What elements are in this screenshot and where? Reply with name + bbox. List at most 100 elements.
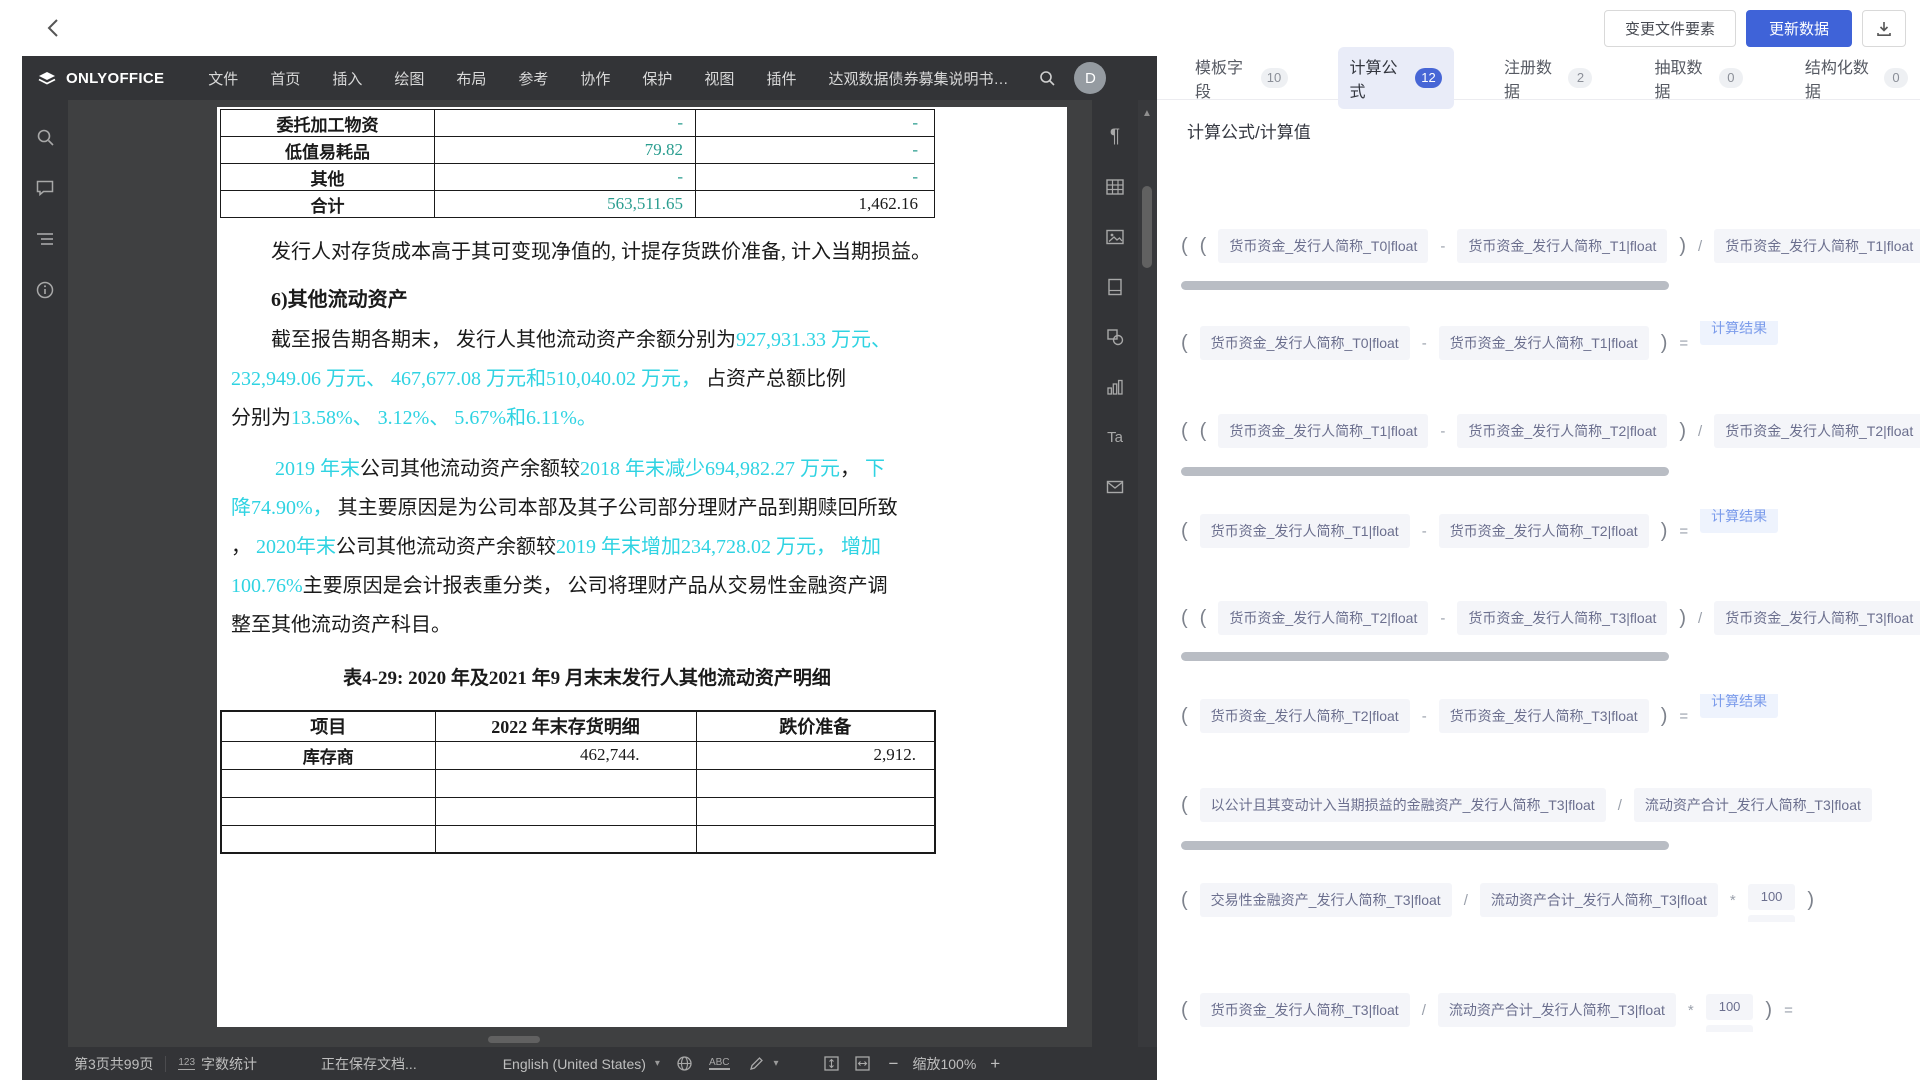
value-chip[interactable]: 100: [1706, 1025, 1754, 1033]
horizontal-scrollbar[interactable]: [488, 1036, 540, 1043]
table-cell: -: [696, 137, 935, 164]
tab-label: 注册数据: [1504, 54, 1560, 102]
text-segment: 整至其他流动资产科目。: [231, 614, 451, 636]
field-chip[interactable]: 货币资金_发行人简称_T0|float: [1218, 229, 1428, 263]
field-chip[interactable]: 以公计且其变动计入当期损益的金融资产_发行人简称_T3|float: [1200, 788, 1606, 822]
field-chip[interactable]: 流动资产合计_发行人简称_T3|float: [1480, 883, 1718, 917]
shape-settings-icon[interactable]: [1104, 326, 1126, 348]
comments-icon[interactable]: [34, 177, 56, 199]
operator-token: /: [1464, 892, 1468, 909]
document-language-button[interactable]: [676, 1055, 693, 1072]
field-chip[interactable]: 流动资产合计_发行人简称_T3|float: [1634, 788, 1872, 822]
scroll-up-icon[interactable]: ▲: [1142, 108, 1152, 119]
table-cell: 2,912.: [696, 741, 935, 769]
language-selector[interactable]: English (United States)▾: [503, 1056, 660, 1072]
field-chip[interactable]: 货币资金_发行人简称_T1|float: [1218, 414, 1428, 448]
field-chip[interactable]: 货币资金_发行人简称_T2|float: [1457, 414, 1667, 448]
menu-item[interactable]: 插入: [316, 56, 378, 100]
field-chip[interactable]: 货币资金_发行人简称_T1|float: [1200, 514, 1410, 548]
formula-horizontal-scrollbar[interactable]: [1181, 652, 1669, 661]
highlighted-text: 2019 年末增加234,728.02 万元: [556, 536, 816, 558]
formula-row: (货币资金_发行人简称_T2|float-货币资金_发行人简称_T3|float…: [1181, 694, 1920, 738]
field-chip[interactable]: 货币资金_发行人简称_T2|float: [1714, 414, 1920, 448]
zoom-out-button[interactable]: −: [889, 1054, 899, 1074]
textart-settings-icon[interactable]: Ta: [1104, 426, 1126, 448]
menu-item[interactable]: 参考: [502, 56, 564, 100]
back-button[interactable]: [40, 14, 68, 42]
top-actions: 变更文件要素 更新数据: [1604, 10, 1906, 47]
zoom-level-indicator[interactable]: 缩放100%: [912, 1054, 976, 1074]
header-footer-settings-icon[interactable]: [1104, 276, 1126, 298]
paren-token: (: [1200, 607, 1207, 630]
result-chip[interactable]: 计算结果: [1700, 694, 1778, 718]
paren-token: ): [1661, 520, 1668, 543]
user-avatar[interactable]: D: [1074, 62, 1106, 94]
chart-settings-icon[interactable]: [1104, 376, 1126, 398]
find-icon[interactable]: [34, 126, 56, 148]
field-chip[interactable]: 货币资金_发行人简称_T2|float: [1218, 601, 1428, 635]
table-settings-icon[interactable]: [1104, 176, 1126, 198]
download-button[interactable]: [1862, 10, 1906, 47]
menu-item[interactable]: 文件: [192, 56, 254, 100]
panel-tabs: 模板字段10计算公式12注册数据2抽取数据0结构化数据0: [1157, 56, 1920, 100]
formula-horizontal-scrollbar[interactable]: [1181, 467, 1669, 476]
paragraph-settings-icon[interactable]: ¶: [1104, 126, 1126, 148]
search-button[interactable]: [1038, 69, 1056, 87]
menu-item[interactable]: 插件: [750, 56, 812, 100]
field-chip[interactable]: 流动资产合计_发行人简称_T3|float: [1438, 993, 1676, 1027]
zoom-in-button[interactable]: +: [990, 1054, 1000, 1074]
table-cell: 库存商: [221, 741, 435, 769]
menu-item[interactable]: 视图: [688, 56, 750, 100]
spellcheck-button[interactable]: ABC: [709, 1057, 730, 1070]
field-chip[interactable]: 交易性金融资产_发行人简称_T3|float: [1200, 883, 1452, 917]
menu-item[interactable]: 首页: [254, 56, 316, 100]
field-chip[interactable]: 货币资金_发行人简称_T3|float: [1200, 993, 1410, 1027]
field-chip[interactable]: 货币资金_发行人简称_T1|float: [1457, 229, 1667, 263]
formula-horizontal-scrollbar[interactable]: [1181, 841, 1669, 850]
value-chip[interactable]: 100: [1748, 915, 1796, 923]
fit-width-button[interactable]: [854, 1055, 871, 1072]
table-header-cell: 2022 年末存货明细: [435, 711, 696, 741]
paren-token: (: [1200, 420, 1207, 443]
menu-item[interactable]: 绘图: [378, 56, 440, 100]
field-chip[interactable]: 货币资金_发行人简称_T3|float: [1714, 601, 1920, 635]
text-line: ， 2020年末公司其他流动资产余额较2019 年末增加234,728.02 万…: [231, 528, 953, 567]
fit-page-button[interactable]: [823, 1055, 840, 1072]
track-changes-button[interactable]: ▾: [748, 1055, 779, 1072]
update-data-button[interactable]: 更新数据: [1746, 10, 1852, 47]
word-count[interactable]: 123 字数统计: [178, 1054, 257, 1074]
formula-panel: 模板字段10计算公式12注册数据2抽取数据0结构化数据0 计算公式/计算值 ((…: [1157, 56, 1920, 1080]
menu-item[interactable]: 达观数据债券募集说明书…: [812, 56, 1024, 100]
navigation-headings-icon[interactable]: [34, 228, 56, 250]
value-chip[interactable]: 100: [1748, 884, 1796, 910]
value-chip[interactable]: 100: [1706, 994, 1754, 1020]
change-document-elements-button[interactable]: 变更文件要素: [1604, 10, 1736, 47]
page-number-indicator[interactable]: 第3页共99页: [74, 1054, 153, 1074]
field-chip[interactable]: 货币资金_发行人简称_T0|float: [1200, 326, 1410, 360]
formula-horizontal-scrollbar[interactable]: [1181, 281, 1669, 290]
menu-item[interactable]: 保护: [626, 56, 688, 100]
document-page[interactable]: 委托加工物资--低值易耗品79.82-其他--合计563,511.651,462…: [217, 107, 1067, 1027]
field-chip[interactable]: 货币资金_发行人简称_T3|float: [1457, 601, 1667, 635]
table-cell: 低值易耗品: [221, 137, 435, 164]
vertical-scrollbar[interactable]: ▲: [1138, 100, 1157, 1047]
vertical-scrollbar-thumb[interactable]: [1142, 186, 1152, 268]
menu-item[interactable]: 协作: [564, 56, 626, 100]
field-chip[interactable]: 货币资金_发行人简称_T1|float: [1439, 326, 1649, 360]
inventory-table: 委托加工物资--低值易耗品79.82-其他--合计563,511.651,462…: [220, 109, 935, 218]
result-chip[interactable]: 计算结果: [1700, 321, 1778, 345]
field-chip[interactable]: 货币资金_发行人简称_T1|float: [1714, 229, 1920, 263]
field-chip[interactable]: 货币资金_发行人简称_T3|float: [1439, 699, 1649, 733]
operator-token: -: [1422, 708, 1427, 725]
field-chip[interactable]: 货币资金_发行人简称_T2|float: [1439, 514, 1649, 548]
multiplier-stack: 100 100: [1748, 884, 1796, 923]
field-chip[interactable]: 货币资金_发行人简称_T2|float: [1200, 699, 1410, 733]
menu-item[interactable]: 布局: [440, 56, 502, 100]
result-chip[interactable]: 计算结果: [1700, 509, 1778, 533]
paren-token: (: [1181, 607, 1188, 630]
panel-body: 计算公式/计算值 ((货币资金_发行人简称_T0|float-货币资金_发行人简…: [1157, 100, 1920, 1080]
about-info-icon[interactable]: [34, 279, 56, 301]
mail-merge-icon[interactable]: [1104, 476, 1126, 498]
image-settings-icon[interactable]: [1104, 226, 1126, 248]
highlighted-text: 100.76%: [231, 575, 303, 597]
